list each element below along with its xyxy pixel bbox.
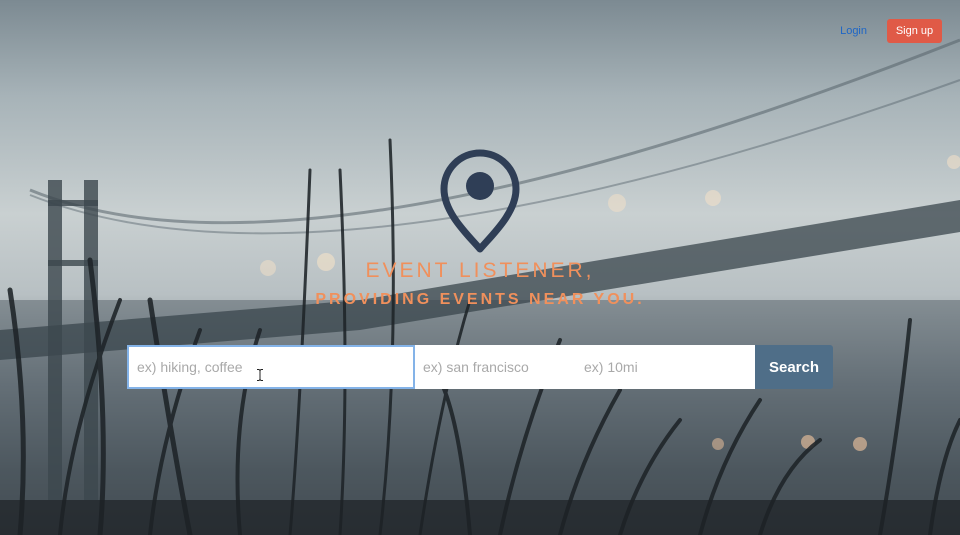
radius-input[interactable] [580,345,755,389]
login-link[interactable]: Login [840,25,867,37]
location-input[interactable] [415,345,580,389]
top-nav: Login Sign up [840,19,942,43]
landing-page: Login Sign up EVENT LISTENER, PROVIDING … [0,0,960,535]
search-button[interactable]: Search [755,345,833,389]
hero-subtitle: PROVIDING EVENTS NEAR YOU. [315,291,645,308]
signup-button[interactable]: Sign up [887,19,942,43]
hero-title: EVENT LISTENER, [365,259,595,282]
text-cursor-icon [257,369,263,381]
keyword-input[interactable] [127,345,415,389]
search-form: Search [127,345,833,389]
search-fields [127,345,755,389]
map-pin-icon [440,149,520,253]
